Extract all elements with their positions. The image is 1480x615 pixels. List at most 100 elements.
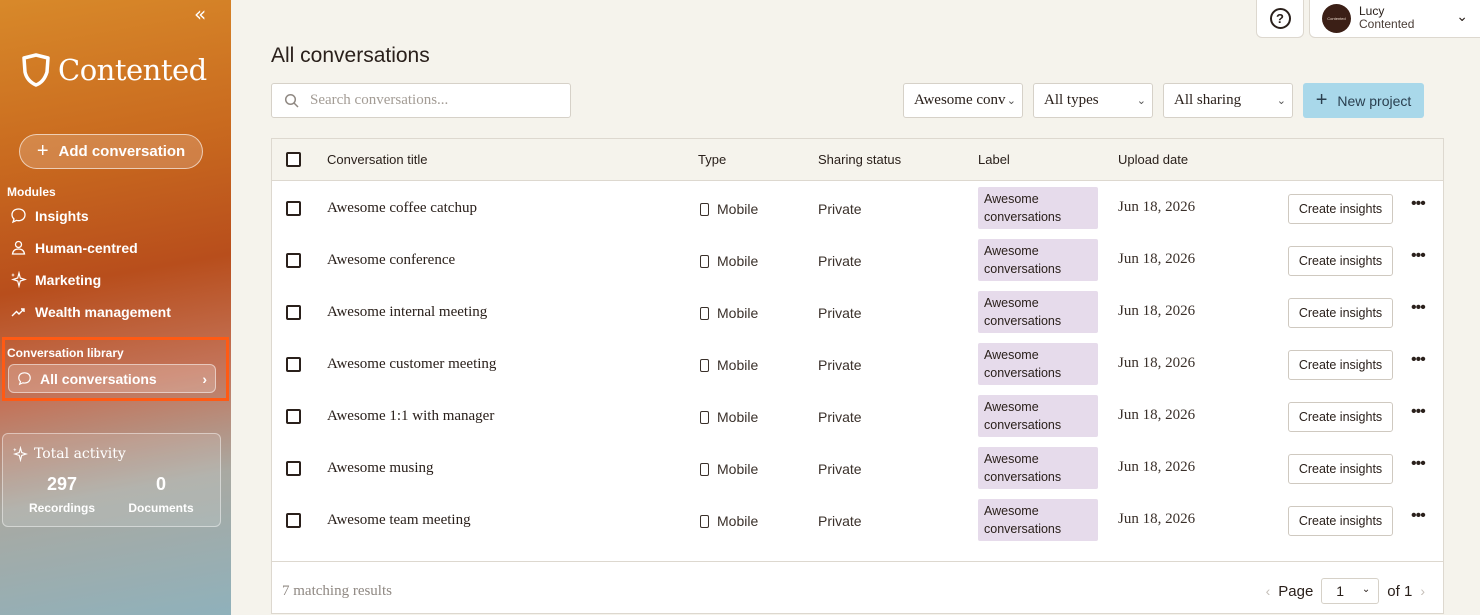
column-header-sharing[interactable]: Sharing status <box>818 152 901 167</box>
conversation-title[interactable]: Awesome conference <box>327 252 455 269</box>
mobile-icon <box>700 358 709 372</box>
column-header-title[interactable]: Conversation title <box>327 152 427 167</box>
type-text: Mobile <box>717 201 759 217</box>
total-activity-title: Total activity <box>12 446 126 462</box>
type-text: Mobile <box>717 461 759 477</box>
more-options-icon[interactable]: ••• <box>1411 507 1426 525</box>
more-options-icon[interactable]: ••• <box>1411 299 1426 317</box>
sidebar-item-insights[interactable]: Insights <box>10 207 89 224</box>
table-row[interactable]: Awesome 1:1 with manager Mobile Private Awe… <box>272 389 1443 441</box>
column-header-label[interactable]: Label <box>978 152 1010 167</box>
upload-date: Jun 18, 2026 <box>1118 251 1196 267</box>
conversation-type: Mobile <box>700 409 758 425</box>
column-header-date[interactable]: Upload date <box>1118 152 1188 167</box>
create-insights-button[interactable]: Create insights <box>1288 506 1393 536</box>
more-options-icon[interactable]: ••• <box>1411 195 1426 213</box>
table-row[interactable]: Awesome team meeting Mobile Private Awesome… <box>272 493 1443 545</box>
sharing-status: Private <box>818 461 862 477</box>
conversation-type: Mobile <box>700 357 758 373</box>
row-checkbox[interactable] <box>286 253 301 268</box>
person-icon <box>11 240 26 255</box>
row-checkbox[interactable] <box>286 357 301 372</box>
conversation-title[interactable]: Awesome 1:1 with manager <box>327 408 494 425</box>
documents-stat: 0 Documents <box>125 474 197 515</box>
type-text: Mobile <box>717 357 759 373</box>
sidebar: « Contented + Add conversation Modules I… <box>0 0 231 615</box>
select-all-checkbox[interactable] <box>286 152 301 167</box>
column-header-type[interactable]: Type <box>698 152 726 167</box>
mobile-icon <box>700 254 709 268</box>
more-options-icon[interactable]: ••• <box>1411 247 1426 265</box>
sidebar-item-label: Marketing <box>35 271 102 288</box>
total-activity-card: Total activity 297 Recordings 0 Document… <box>2 433 221 527</box>
type-text: Mobile <box>717 513 759 529</box>
brand-name: Contented <box>58 53 207 87</box>
label-chip: Awesome conversations <box>978 187 1098 229</box>
table-row[interactable]: Awesome conference Mobile Private Awesome c… <box>272 233 1443 285</box>
label-chip: Awesome conversations <box>978 239 1098 281</box>
new-project-button[interactable]: + New project <box>1303 83 1424 118</box>
sharing-status: Private <box>818 513 862 529</box>
page-title: All conversations <box>271 44 430 67</box>
add-conversation-button[interactable]: + Add conversation <box>19 134 203 169</box>
create-insights-button[interactable]: Create insights <box>1288 454 1393 484</box>
search-input[interactable] <box>310 92 550 109</box>
chevron-down-icon: ⌄ <box>1276 94 1286 107</box>
sidebar-item-label: Human-centred <box>35 239 138 256</box>
sidebar-item-all-conversations[interactable]: All conversations › <box>8 364 216 393</box>
chevron-right-icon[interactable]: › <box>1420 583 1425 599</box>
conversation-title[interactable]: Awesome musing <box>327 460 434 477</box>
table-row[interactable]: Awesome customer meeting Mobile Private Awe… <box>272 337 1443 389</box>
help-button[interactable]: ? <box>1256 0 1304 38</box>
sidebar-item-marketing[interactable]: Marketing <box>10 271 101 288</box>
table-row[interactable]: Awesome coffee catchup Mobile Private Aweso… <box>272 181 1443 233</box>
row-checkbox[interactable] <box>286 305 301 320</box>
upload-date: Jun 18, 2026 <box>1118 407 1196 423</box>
page-select[interactable]: 1 ⌄ <box>1321 578 1380 604</box>
sharing-filter-select[interactable]: All sharing ⌄ <box>1163 83 1293 118</box>
modules-heading: Modules <box>7 185 56 199</box>
search-icon <box>284 93 299 108</box>
sidebar-item-wealth-management[interactable]: Wealth management <box>10 303 171 320</box>
type-text: Mobile <box>717 409 759 425</box>
chevron-right-icon: › <box>202 370 207 387</box>
table-row[interactable]: Awesome internal meeting Mobile Private Awe… <box>272 285 1443 337</box>
label-chip: Awesome conversations <box>978 395 1098 437</box>
more-options-icon[interactable]: ••• <box>1411 455 1426 473</box>
row-checkbox[interactable] <box>286 409 301 424</box>
type-filter-select[interactable]: All types ⌄ <box>1033 83 1153 118</box>
table-header: Conversation title Type Sharing status L… <box>272 139 1443 181</box>
create-insights-button[interactable]: Create insights <box>1288 194 1393 224</box>
create-insights-button[interactable]: Create insights <box>1288 350 1393 380</box>
documents-label: Documents <box>128 501 194 515</box>
conversation-title[interactable]: Awesome team meeting <box>327 512 471 529</box>
conversation-title[interactable]: Awesome internal meeting <box>327 304 487 321</box>
conversation-title[interactable]: Awesome coffee catchup <box>327 200 477 217</box>
mobile-icon <box>700 514 709 528</box>
more-options-icon[interactable]: ••• <box>1411 403 1426 421</box>
more-options-icon[interactable]: ••• <box>1411 351 1426 369</box>
upload-date: Jun 18, 2026 <box>1118 199 1196 215</box>
label-chip: Awesome conversations <box>978 447 1098 489</box>
create-insights-button[interactable]: Create insights <box>1288 246 1393 276</box>
brand-logo[interactable]: Contented <box>20 52 207 88</box>
chevron-left-icon[interactable]: ‹ <box>1266 583 1271 599</box>
create-insights-button[interactable]: Create insights <box>1288 402 1393 432</box>
label-chip: Awesome conversations <box>978 343 1098 385</box>
sidebar-item-human-centred[interactable]: Human-centred <box>10 239 138 256</box>
conversation-type: Mobile <box>700 513 758 529</box>
search-box[interactable] <box>271 83 571 118</box>
create-insights-button[interactable]: Create insights <box>1288 298 1393 328</box>
user-menu[interactable]: Contented Lucy Contented ⌄ <box>1309 0 1480 38</box>
row-checkbox[interactable] <box>286 513 301 528</box>
row-checkbox[interactable] <box>286 461 301 476</box>
label-filter-select[interactable]: Awesome conv ⌄ <box>903 83 1023 118</box>
type-text: Mobile <box>717 253 759 269</box>
sidebar-item-label: Wealth management <box>35 303 171 320</box>
table-row[interactable]: Awesome musing Mobile Private Awesome conve… <box>272 441 1443 493</box>
conversation-title[interactable]: Awesome customer meeting <box>327 356 496 373</box>
sharing-status: Private <box>818 253 862 269</box>
upload-date: Jun 18, 2026 <box>1118 459 1196 475</box>
collapse-sidebar-icon[interactable]: « <box>194 2 206 26</box>
row-checkbox[interactable] <box>286 201 301 216</box>
